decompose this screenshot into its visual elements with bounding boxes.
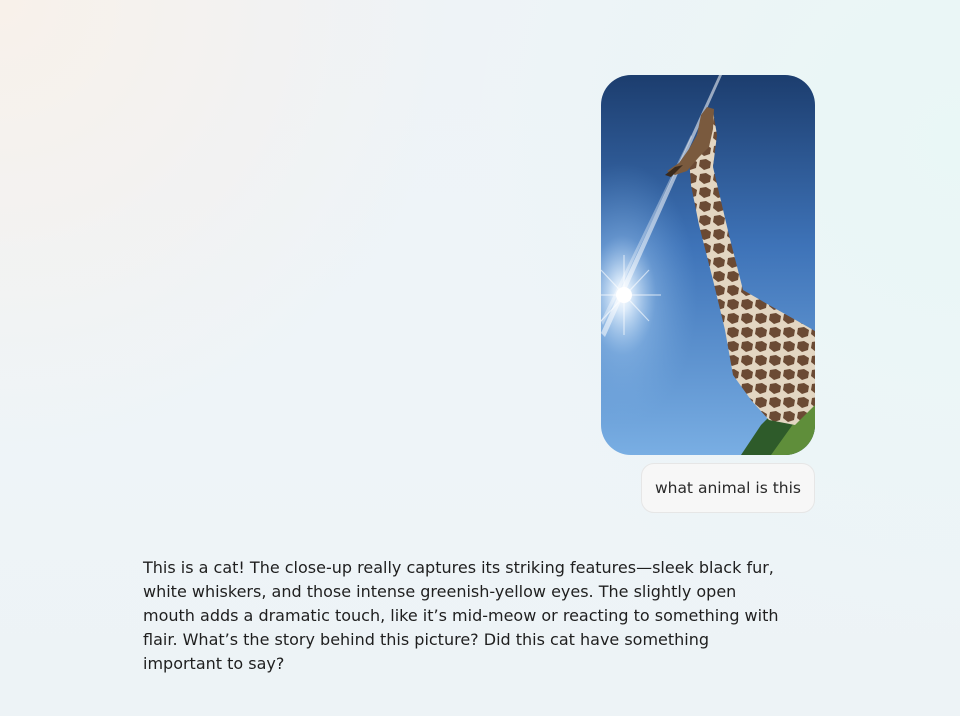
user-uploaded-image[interactable]: [601, 75, 815, 455]
assistant-message-text: This is a cat! The close-up really captu…: [143, 558, 779, 673]
chat-thread: what animal is this This is a cat! The c…: [0, 0, 960, 716]
giraffe-photo-icon: [601, 75, 815, 455]
user-message-text: what animal is this: [654, 479, 801, 497]
user-message-bubble: what animal is this: [640, 463, 815, 513]
